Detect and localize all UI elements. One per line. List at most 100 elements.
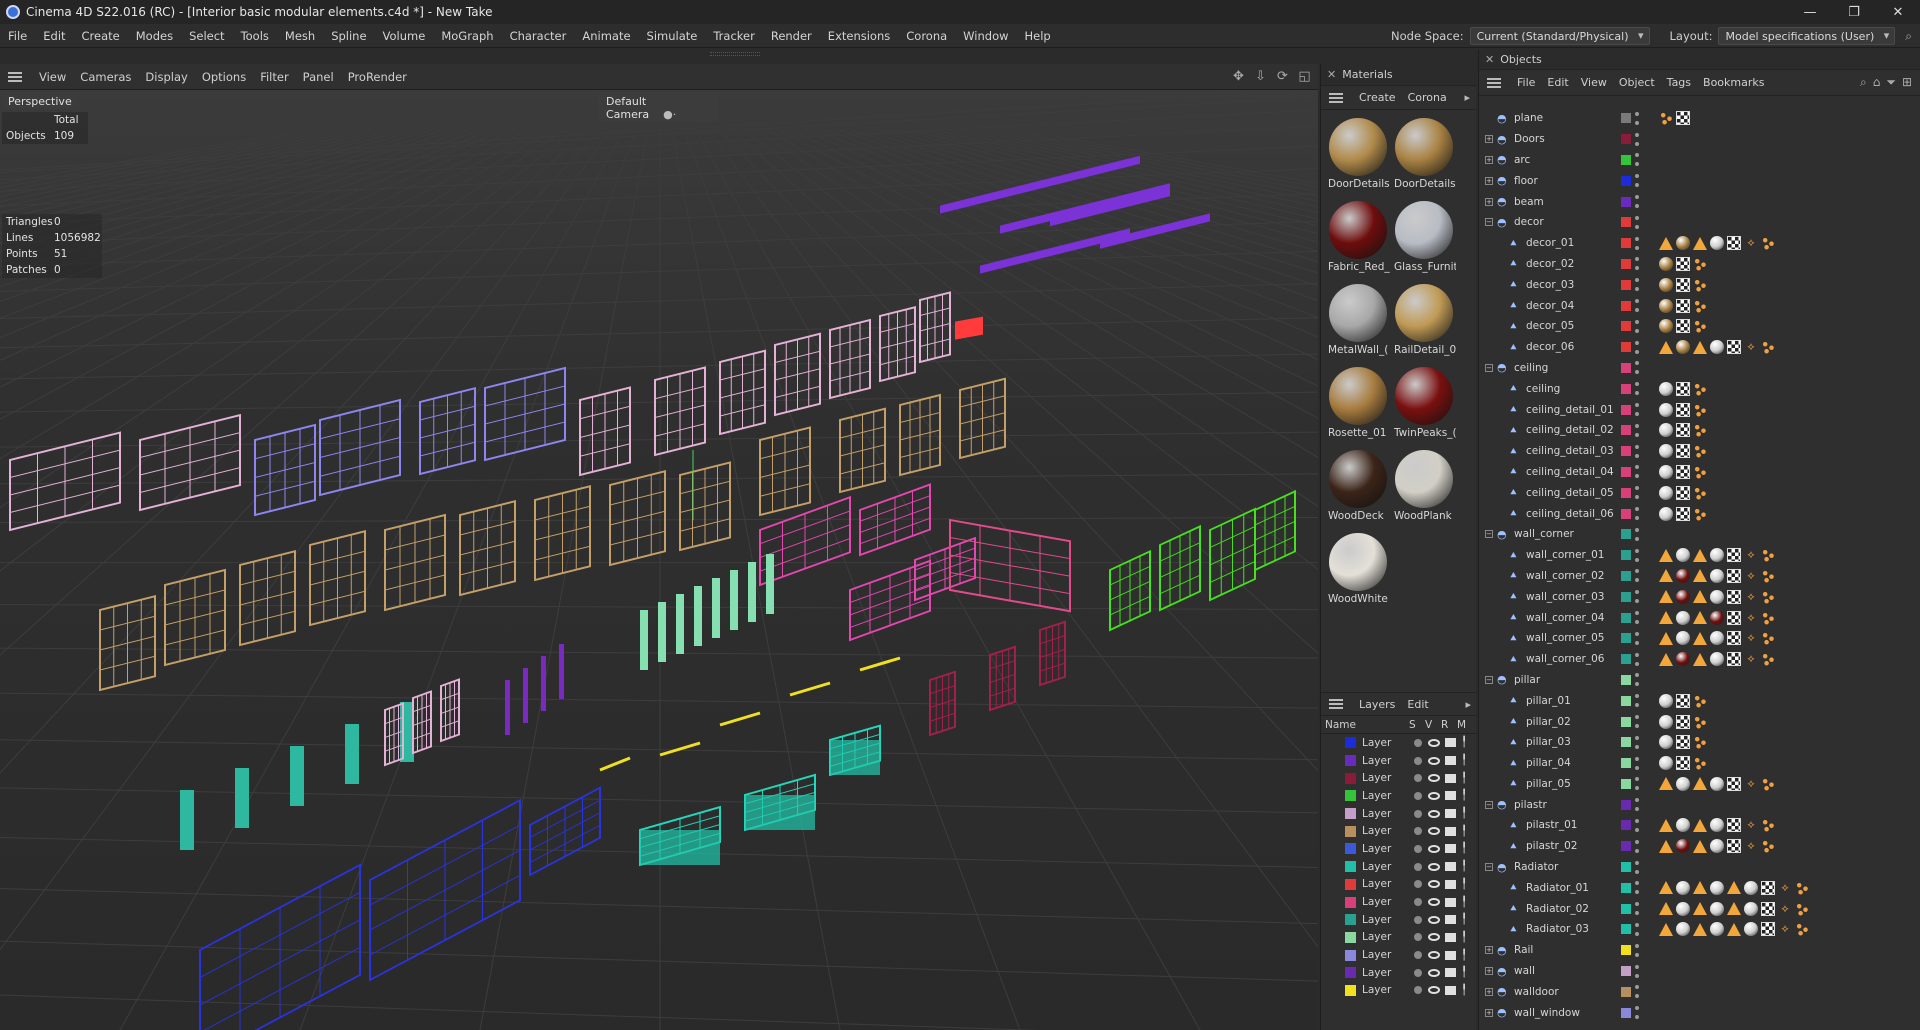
material-tag-icon[interactable] bbox=[1659, 464, 1673, 479]
object-name[interactable]: wall_corner_05 bbox=[1526, 632, 1636, 644]
material-tag-icon[interactable] bbox=[1710, 236, 1724, 251]
layer-name[interactable]: Layer bbox=[1362, 984, 1414, 996]
expand-toggle-icon[interactable]: − bbox=[1485, 363, 1493, 372]
objects-menu-object[interactable]: Object bbox=[1613, 76, 1661, 89]
visibility-dots-icon[interactable] bbox=[1635, 361, 1640, 375]
solo-toggle-icon[interactable] bbox=[1414, 968, 1422, 977]
polygon-selection-tag-icon[interactable]: ⟡ bbox=[1744, 590, 1758, 604]
visibility-dots-icon[interactable] bbox=[1635, 132, 1640, 146]
menu-window[interactable]: Window bbox=[955, 29, 1016, 43]
selection-tag-icon[interactable] bbox=[1761, 776, 1775, 791]
material-swatch[interactable]: WoodWhite bbox=[1325, 529, 1391, 612]
material-tag-icon[interactable] bbox=[1710, 839, 1724, 854]
visibility-dots-icon[interactable] bbox=[1635, 818, 1640, 832]
polygon-selection-tag-icon[interactable]: ⟡ bbox=[1744, 611, 1758, 625]
visible-eye-icon[interactable] bbox=[1428, 774, 1440, 783]
object-row[interactable]: ⯅ Radiator_01 ⟡ bbox=[1479, 877, 1920, 898]
object-row[interactable]: ⯅ pilastr_01 ⟡ bbox=[1479, 815, 1920, 836]
layer-color-swatch[interactable] bbox=[1621, 966, 1631, 977]
object-name[interactable]: plane bbox=[1514, 112, 1624, 124]
render-camera-icon[interactable] bbox=[1445, 826, 1456, 836]
visibility-dots-icon[interactable] bbox=[1635, 985, 1640, 999]
uvw-tag-icon[interactable] bbox=[1676, 402, 1690, 417]
phong-tag-icon[interactable] bbox=[1659, 922, 1673, 936]
object-name[interactable]: ceiling_detail_06 bbox=[1526, 508, 1636, 520]
object-name[interactable]: pillar_04 bbox=[1526, 757, 1636, 769]
selection-tag-icon[interactable] bbox=[1693, 423, 1707, 438]
layer-color-swatch[interactable] bbox=[1621, 986, 1631, 997]
material-swatch[interactable]: TwinPeaks_( bbox=[1391, 363, 1457, 446]
material-swatch[interactable]: Fabric_Red_ bbox=[1325, 197, 1391, 280]
expand-arrow-icon[interactable]: ▸ bbox=[1465, 698, 1471, 711]
render-camera-icon[interactable] bbox=[1445, 773, 1456, 783]
uvw-tag-icon[interactable] bbox=[1727, 236, 1741, 251]
visibility-dots-icon[interactable] bbox=[1635, 881, 1640, 895]
expand-toggle-icon[interactable]: − bbox=[1485, 530, 1493, 539]
layer-row[interactable]: Layer ╿ bbox=[1321, 840, 1477, 858]
layers-menu-icon[interactable] bbox=[1329, 699, 1343, 709]
manager-icon[interactable]: ╿ bbox=[1461, 914, 1467, 925]
layer-color-swatch[interactable] bbox=[1621, 945, 1631, 956]
visibility-dots-icon[interactable] bbox=[1635, 839, 1640, 853]
object-row[interactable]: + ◓ floor bbox=[1479, 170, 1920, 191]
menu-render[interactable]: Render bbox=[763, 29, 820, 43]
selection-tag-icon[interactable] bbox=[1693, 714, 1707, 729]
visibility-dots-icon[interactable] bbox=[1635, 527, 1640, 541]
material-swatch[interactable]: Glass_Furnit bbox=[1391, 197, 1457, 280]
menu-character[interactable]: Character bbox=[502, 29, 575, 43]
visible-eye-icon[interactable] bbox=[1428, 968, 1440, 977]
visibility-dots-icon[interactable] bbox=[1635, 694, 1640, 708]
expand-toggle-icon[interactable]: − bbox=[1485, 800, 1493, 809]
layer-row[interactable]: Layer ╿ bbox=[1321, 946, 1477, 964]
object-name[interactable]: ceiling bbox=[1514, 362, 1624, 374]
layer-color-swatch[interactable] bbox=[1345, 984, 1356, 996]
visible-eye-icon[interactable] bbox=[1428, 951, 1440, 960]
object-name[interactable]: arc bbox=[1514, 154, 1624, 166]
phong-tag-icon[interactable] bbox=[1693, 818, 1707, 832]
layer-row[interactable]: Layer ╿ bbox=[1321, 876, 1477, 894]
material-tag-icon[interactable] bbox=[1710, 631, 1724, 646]
solo-toggle-icon[interactable] bbox=[1414, 809, 1422, 818]
move-view-icon[interactable]: ✥ bbox=[1231, 69, 1246, 84]
selection-tag-icon[interactable] bbox=[1761, 610, 1775, 625]
material-tag-icon[interactable] bbox=[1744, 880, 1758, 895]
object-row[interactable]: + ◓ wall bbox=[1479, 961, 1920, 982]
phong-tag-icon[interactable] bbox=[1693, 881, 1707, 895]
object-name[interactable]: ceiling_detail_03 bbox=[1526, 445, 1636, 457]
object-row[interactable]: ⯅ wall_corner_05 ⟡ bbox=[1479, 628, 1920, 649]
layer-color-swatch[interactable] bbox=[1621, 321, 1631, 332]
layer-name[interactable]: Layer bbox=[1362, 843, 1414, 855]
maximize-view-icon[interactable]: ◱ bbox=[1297, 69, 1312, 84]
material-tag-icon[interactable] bbox=[1710, 589, 1724, 604]
visibility-dots-icon[interactable] bbox=[1635, 735, 1640, 749]
layer-name[interactable]: Layer bbox=[1362, 755, 1414, 767]
menu-spline[interactable]: Spline bbox=[323, 29, 374, 43]
object-row[interactable]: ⯅ ceiling_detail_06 bbox=[1479, 503, 1920, 524]
menu-mograph[interactable]: MoGraph bbox=[433, 29, 501, 43]
manager-icon[interactable]: ╿ bbox=[1461, 950, 1467, 961]
object-name[interactable]: beam bbox=[1514, 196, 1624, 208]
zoom-view-icon[interactable]: ⇩ bbox=[1253, 69, 1268, 84]
minimize-button[interactable]: — bbox=[1788, 0, 1832, 24]
home-icon[interactable]: ⌂ bbox=[1873, 75, 1881, 90]
visibility-dots-icon[interactable] bbox=[1635, 111, 1640, 125]
material-swatch[interactable]: MetalWall_( bbox=[1325, 280, 1391, 363]
layer-color-swatch[interactable] bbox=[1345, 878, 1356, 890]
selection-tag-icon[interactable] bbox=[1693, 381, 1707, 396]
render-camera-icon[interactable] bbox=[1445, 950, 1456, 960]
visibility-dots-icon[interactable] bbox=[1635, 236, 1640, 250]
selection-tag-icon[interactable] bbox=[1761, 340, 1775, 355]
object-name[interactable]: ceiling_detail_02 bbox=[1526, 424, 1636, 436]
object-name[interactable]: ceiling_detail_04 bbox=[1526, 466, 1636, 478]
object-name[interactable]: pilastr_02 bbox=[1526, 840, 1636, 852]
object-row[interactable]: + ◓ arc bbox=[1479, 150, 1920, 171]
material-swatch[interactable]: WoodDeck bbox=[1325, 446, 1391, 529]
layer-row[interactable]: Layer ╿ bbox=[1321, 982, 1477, 1000]
layer-name[interactable]: Layer bbox=[1362, 949, 1414, 961]
viewport-menu-panel[interactable]: Panel bbox=[296, 70, 341, 84]
selection-tag-icon[interactable] bbox=[1659, 111, 1673, 126]
object-row[interactable]: + ◓ Doors bbox=[1479, 129, 1920, 150]
visibility-dots-icon[interactable] bbox=[1635, 507, 1640, 521]
solo-toggle-icon[interactable] bbox=[1414, 986, 1422, 995]
visibility-dots-icon[interactable] bbox=[1635, 403, 1640, 417]
